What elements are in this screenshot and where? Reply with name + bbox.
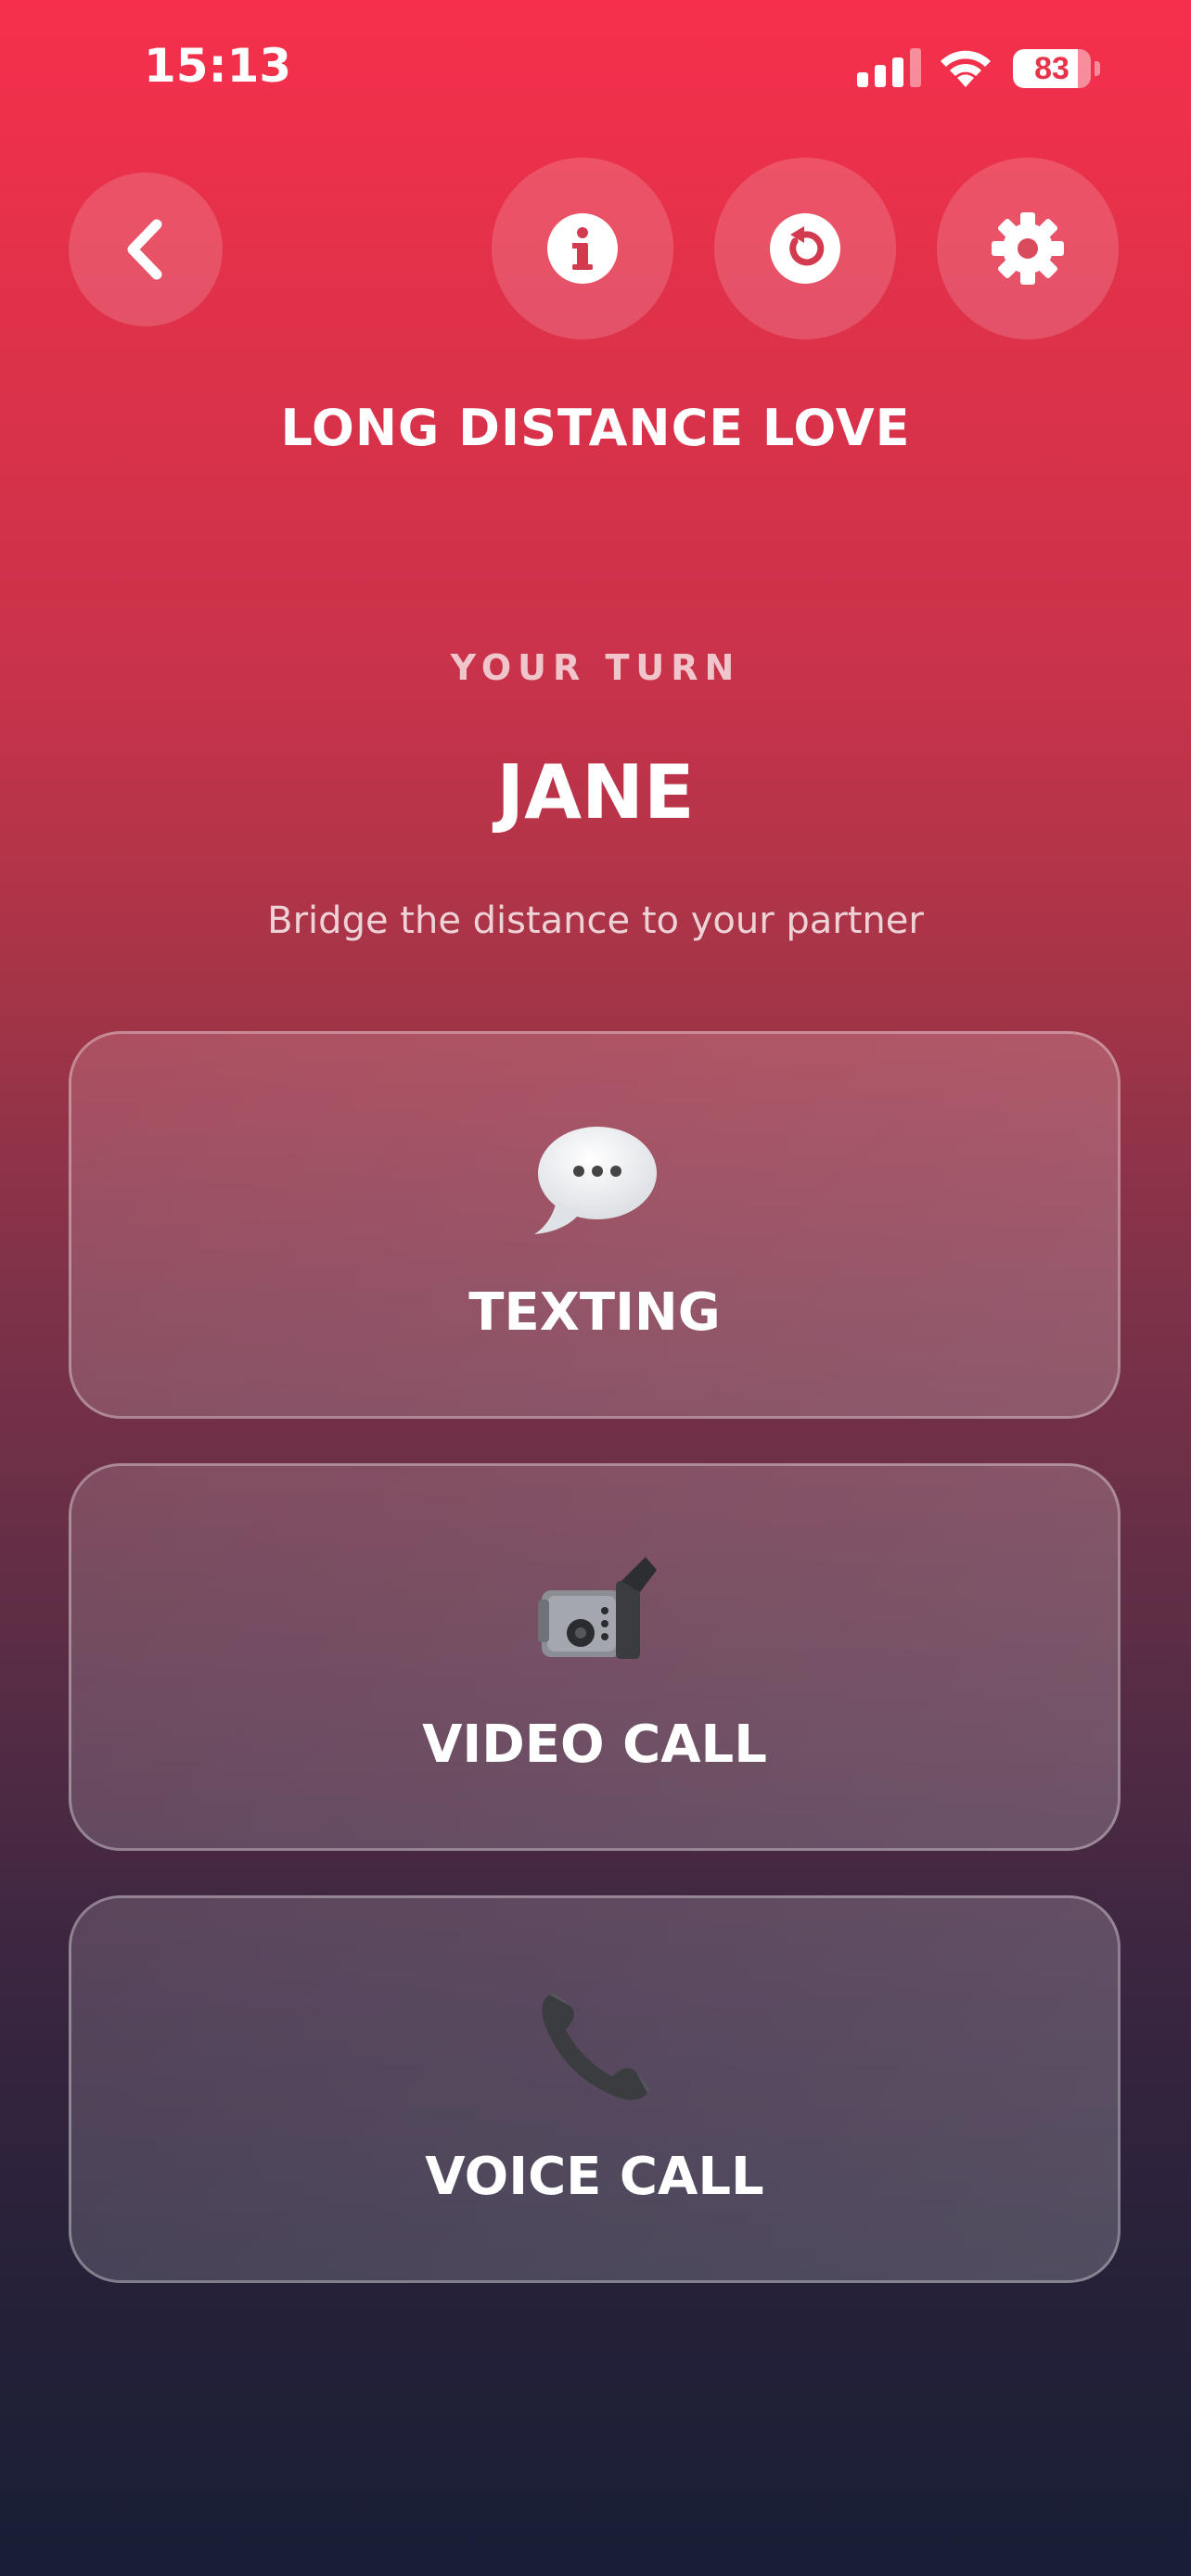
player-name: JANE bbox=[496, 749, 695, 835]
battery-icon: 83 bbox=[1013, 49, 1091, 88]
wifi-icon bbox=[941, 50, 991, 87]
telephone-receiver-icon bbox=[542, 1993, 649, 2100]
settings-button[interactable] bbox=[937, 158, 1119, 339]
battery-cap bbox=[1095, 61, 1100, 76]
status-time: 15:13 bbox=[144, 39, 292, 93]
info-icon bbox=[547, 213, 618, 284]
texting-label: TEXTING bbox=[468, 1282, 721, 1343]
signal-icon bbox=[857, 46, 922, 87]
turn-label: YOUR TURN bbox=[450, 647, 741, 688]
video-camera-icon bbox=[538, 1557, 657, 1659]
restart-icon bbox=[770, 213, 840, 284]
turn-subtitle: Bridge the distance to your partner bbox=[267, 899, 924, 942]
gear-icon bbox=[992, 212, 1064, 285]
video-call-label: VIDEO CALL bbox=[422, 1715, 767, 1775]
texting-option-card[interactable]: TEXTING bbox=[69, 1031, 1121, 1419]
battery-level: 83 bbox=[1034, 51, 1069, 86]
voice-call-option-card[interactable]: VOICE CALL bbox=[69, 1895, 1121, 2283]
speech-bubble-icon bbox=[534, 1127, 657, 1234]
page-title: LONG DISTANCE LOVE bbox=[280, 399, 911, 457]
back-button[interactable] bbox=[69, 172, 223, 326]
video-call-option-card[interactable]: VIDEO CALL bbox=[69, 1463, 1121, 1851]
chevron-left-icon bbox=[127, 219, 162, 280]
voice-call-label: VOICE CALL bbox=[425, 2147, 764, 2207]
restart-button[interactable] bbox=[714, 158, 896, 339]
info-button[interactable] bbox=[492, 158, 673, 339]
status-bar: 15:13 83 bbox=[0, 0, 1191, 139]
